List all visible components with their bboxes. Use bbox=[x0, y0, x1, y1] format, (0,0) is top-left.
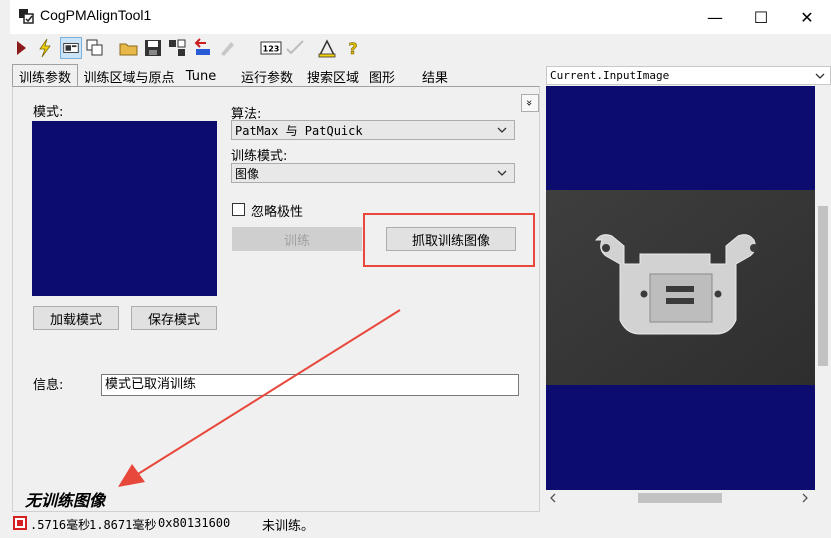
input-image bbox=[546, 190, 815, 385]
chevron-down-icon bbox=[815, 73, 825, 79]
vertical-scrollbar[interactable] bbox=[815, 86, 831, 490]
image-source-value: Current.InputImage bbox=[550, 69, 670, 82]
horizontal-scroll-thumb[interactable] bbox=[638, 493, 722, 503]
vertical-scroll-thumb[interactable] bbox=[818, 206, 828, 366]
status-time-2: 1.8671毫秒 bbox=[89, 518, 157, 532]
scroll-left-icon[interactable] bbox=[548, 493, 558, 503]
status-bar: .5716毫秒 1.8671毫秒 0x80131600 未训练。 bbox=[10, 510, 831, 538]
scroll-right-icon[interactable] bbox=[800, 493, 810, 503]
image-display[interactable] bbox=[546, 86, 815, 490]
tool-window: CogPMAlignTool1 — ☐ ✕ 123 ? 训练参数 训练区域与原点… bbox=[10, 0, 831, 538]
status-time-1: .5716毫秒 bbox=[30, 518, 91, 532]
status-indicator-icon bbox=[13, 516, 27, 530]
status-state: 未训练。 bbox=[262, 519, 315, 534]
status-code: 0x80131600 bbox=[158, 516, 231, 530]
horizontal-scrollbar[interactable] bbox=[546, 490, 815, 506]
image-source-select[interactable]: Current.InputImage bbox=[546, 66, 831, 85]
